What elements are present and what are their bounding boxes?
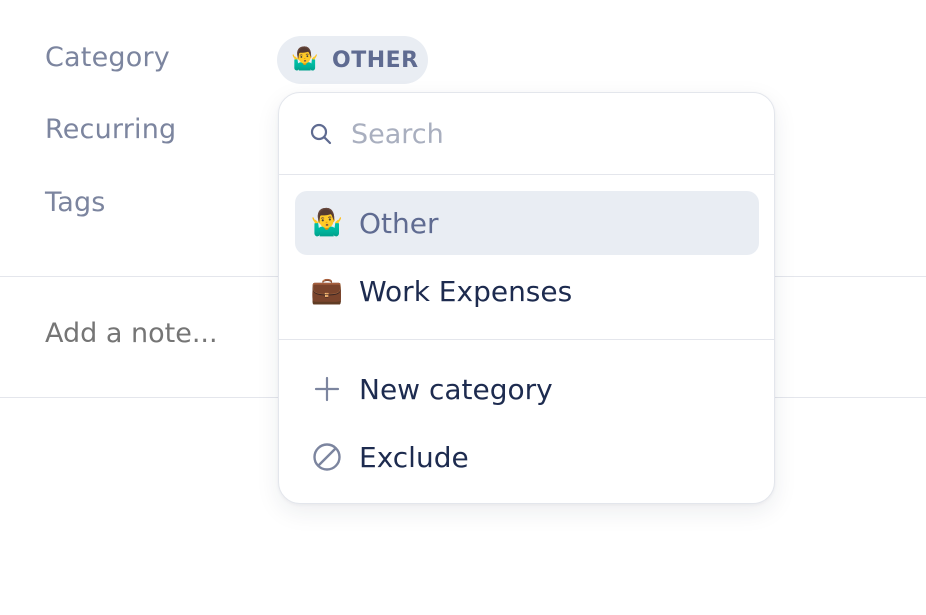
new-category-label: New category	[359, 372, 553, 406]
exclude-button[interactable]: Exclude	[295, 425, 759, 489]
plus-icon	[314, 376, 340, 402]
category-label: Category	[45, 42, 170, 73]
dropdown-divider	[279, 174, 774, 175]
person-shrugging-icon: 🤷‍♂️	[310, 208, 344, 238]
category-option-work-expenses[interactable]: 💼 Work Expenses	[295, 259, 759, 323]
exclude-label: Exclude	[359, 440, 469, 474]
category-option-other[interactable]: 🤷‍♂️ Other	[295, 191, 759, 255]
category-option-label: Work Expenses	[359, 274, 573, 308]
category-dropdown: 🤷‍♂️ Other 💼 Work Expenses New category …	[278, 92, 775, 504]
search-icon	[310, 123, 332, 145]
note-input[interactable]	[45, 318, 275, 349]
dropdown-divider	[279, 339, 774, 340]
dropdown-search-row	[279, 93, 774, 174]
recurring-label: Recurring	[45, 114, 177, 145]
tags-label: Tags	[45, 187, 106, 218]
category-pill-text: OTHER	[332, 47, 419, 73]
transaction-detail-panel: Category Recurring Tags 🤷‍♂️ OTHER 🤷‍♂️ …	[0, 0, 926, 615]
category-selector-pill[interactable]: 🤷‍♂️ OTHER	[277, 36, 428, 84]
briefcase-icon: 💼	[310, 276, 344, 306]
category-search-input[interactable]	[351, 115, 751, 153]
prohibited-icon	[313, 443, 341, 471]
person-shrugging-icon: 🤷‍♂️	[291, 47, 319, 72]
new-category-button[interactable]: New category	[295, 357, 759, 421]
category-option-label: Other	[359, 206, 439, 240]
